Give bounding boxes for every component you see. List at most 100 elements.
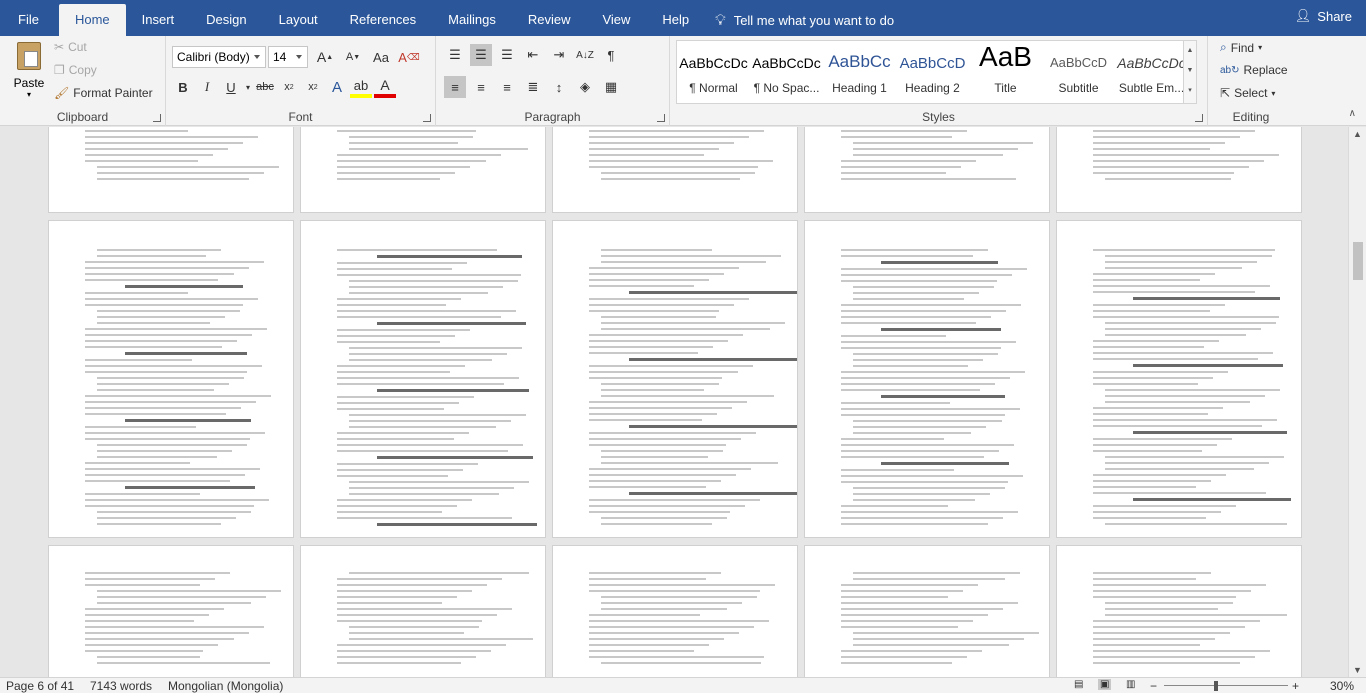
document-page[interactable] (48, 127, 294, 213)
justify-icon[interactable]: ≣ (522, 76, 544, 98)
print-layout-icon[interactable]: ▣ (1098, 679, 1112, 690)
tab-design[interactable]: Design (190, 4, 262, 36)
tab-references[interactable]: References (334, 4, 432, 36)
scroll-down-icon[interactable]: ▼ (1353, 665, 1362, 675)
underline-dropdown-icon[interactable]: ▾ (244, 76, 252, 98)
tab-mailings[interactable]: Mailings (432, 4, 512, 36)
clipboard-launcher-icon[interactable] (153, 114, 161, 122)
document-page[interactable] (300, 220, 546, 538)
font-launcher-icon[interactable] (423, 114, 431, 122)
scroll-thumb[interactable] (1353, 242, 1363, 280)
subscript-icon[interactable]: x2 (278, 76, 300, 98)
replace-button[interactable]: ab↻ Replace (1220, 63, 1288, 77)
language-indicator[interactable]: Mongolian (Mongolia) (168, 679, 283, 693)
paragraph-launcher-icon[interactable] (657, 114, 665, 122)
document-page[interactable] (804, 127, 1050, 213)
chevron-up-icon[interactable]: ▲ (1184, 41, 1196, 61)
grow-font-icon[interactable]: A ▲ (314, 46, 336, 68)
cut-button[interactable]: ✂ Cut (54, 40, 87, 54)
italic-icon[interactable]: I (196, 76, 218, 98)
focus-icon[interactable]: ▤ (1074, 679, 1083, 690)
increase-indent-icon[interactable]: ⇥ (548, 44, 570, 66)
tab-help[interactable]: Help (646, 4, 705, 36)
tab-review[interactable]: Review (512, 4, 587, 36)
zoom-in-icon[interactable]: + (1292, 679, 1299, 693)
collapse-ribbon-icon[interactable]: ∧ (1349, 108, 1356, 119)
shading-icon[interactable]: ◈ (574, 76, 596, 98)
tab-insert[interactable]: Insert (126, 4, 191, 36)
strikethrough-icon[interactable]: abc (254, 76, 276, 98)
document-page[interactable] (1056, 220, 1302, 538)
change-case-icon[interactable]: Aa (370, 46, 392, 68)
line-spacing-icon[interactable]: ↕ (548, 76, 570, 98)
tell-me-box[interactable]: 💡︎ Tell me what you want to do (705, 4, 894, 36)
align-center-icon[interactable]: ≡ (470, 76, 492, 98)
style-heading-1[interactable]: AaBbCc Heading 1 (823, 41, 896, 103)
text-line (337, 438, 454, 440)
copy-button[interactable]: ❐ Copy (54, 63, 97, 77)
bullets-icon[interactable]: ☰ (444, 44, 466, 66)
tab-view[interactable]: View (586, 4, 646, 36)
text-line (1093, 596, 1236, 598)
word-count[interactable]: 7143 words (90, 679, 152, 693)
align-right-icon[interactable]: ≡ (496, 76, 518, 98)
font-size-select[interactable]: 14 (268, 46, 308, 68)
shrink-font-icon[interactable]: A ▼ (342, 46, 364, 68)
chevron-down-icon[interactable]: ▼ (1184, 61, 1196, 81)
more-styles-icon[interactable]: ▾ (1184, 81, 1196, 101)
zoom-out-icon[interactable]: − (1150, 679, 1157, 693)
document-page[interactable] (300, 545, 546, 677)
scroll-up-icon[interactable]: ▲ (1353, 129, 1362, 139)
document-page[interactable] (804, 545, 1050, 677)
paste-button[interactable]: Paste ▾ (10, 42, 48, 99)
tab-file[interactable]: File (0, 4, 59, 36)
superscript-icon[interactable]: x2 (302, 76, 324, 98)
document-page[interactable] (48, 545, 294, 677)
pilcrow-icon[interactable]: ¶ (600, 44, 622, 66)
style-normal[interactable]: AaBbCcDc ¶ Normal (677, 41, 750, 103)
decrease-indent-icon[interactable]: ⇤ (522, 44, 544, 66)
style-heading-2[interactable]: AaBbCcD Heading 2 (896, 41, 969, 103)
zoom-slider-thumb[interactable] (1214, 681, 1218, 691)
document-page[interactable] (300, 127, 546, 213)
document-page[interactable] (48, 220, 294, 538)
zoom-slider[interactable] (1164, 685, 1288, 686)
text-line (601, 316, 716, 318)
style-no-spacing[interactable]: AaBbCcDc ¶ No Spac... (750, 41, 823, 103)
style-subtle-emphasis[interactable]: AaBbCcDc Subtle Em... (1115, 41, 1188, 103)
vertical-scrollbar[interactable]: ▲ ▼ (1348, 127, 1366, 677)
multilevel-list-icon[interactable]: ☰ (496, 44, 518, 66)
borders-icon[interactable]: ▦ (600, 76, 622, 98)
document-page[interactable] (552, 220, 798, 538)
align-left-icon[interactable]: ≡ (444, 76, 466, 98)
find-button[interactable]: ⌕ Find ▾ (1220, 40, 1262, 55)
clear-formatting-icon[interactable]: A ⌫ (398, 46, 420, 68)
bold-icon[interactable]: B (172, 76, 194, 98)
format-painter-button[interactable]: 🖌︎ Format Painter (54, 86, 153, 100)
style-title[interactable]: AaB Title (969, 41, 1042, 103)
document-area[interactable] (0, 127, 1348, 677)
document-page[interactable] (1056, 545, 1302, 677)
document-page[interactable] (804, 220, 1050, 538)
highlight-icon[interactable]: ab (350, 76, 372, 98)
document-page[interactable] (552, 545, 798, 677)
numbering-icon[interactable]: ☰ (470, 44, 492, 66)
tab-layout[interactable]: Layout (263, 4, 334, 36)
styles-gallery-scroll[interactable]: ▲ ▼ ▾ (1183, 40, 1197, 104)
tab-home[interactable]: Home (58, 4, 126, 36)
document-page[interactable] (1056, 127, 1302, 213)
sort-icon[interactable]: A↓Z (574, 44, 596, 66)
styles-launcher-icon[interactable] (1195, 114, 1203, 122)
share-button[interactable]: 👤︎ Share (1295, 8, 1352, 24)
page-count[interactable]: Page 6 of 41 (6, 679, 74, 693)
zoom-level[interactable]: 30% (1330, 679, 1354, 693)
select-button[interactable]: ⇱ Select ▾ (1220, 86, 1275, 100)
font-color-icon[interactable]: A (374, 76, 396, 98)
text-effects-icon[interactable]: A (326, 76, 348, 98)
font-name-select[interactable]: Calibri (Body) (172, 46, 266, 68)
document-page[interactable] (552, 127, 798, 213)
style-name: Subtitle (1058, 81, 1099, 95)
web-layout-icon[interactable]: ▥ (1126, 679, 1135, 690)
style-subtitle[interactable]: AaBbCcD Subtitle (1042, 41, 1115, 103)
underline-icon[interactable]: U (220, 76, 242, 98)
